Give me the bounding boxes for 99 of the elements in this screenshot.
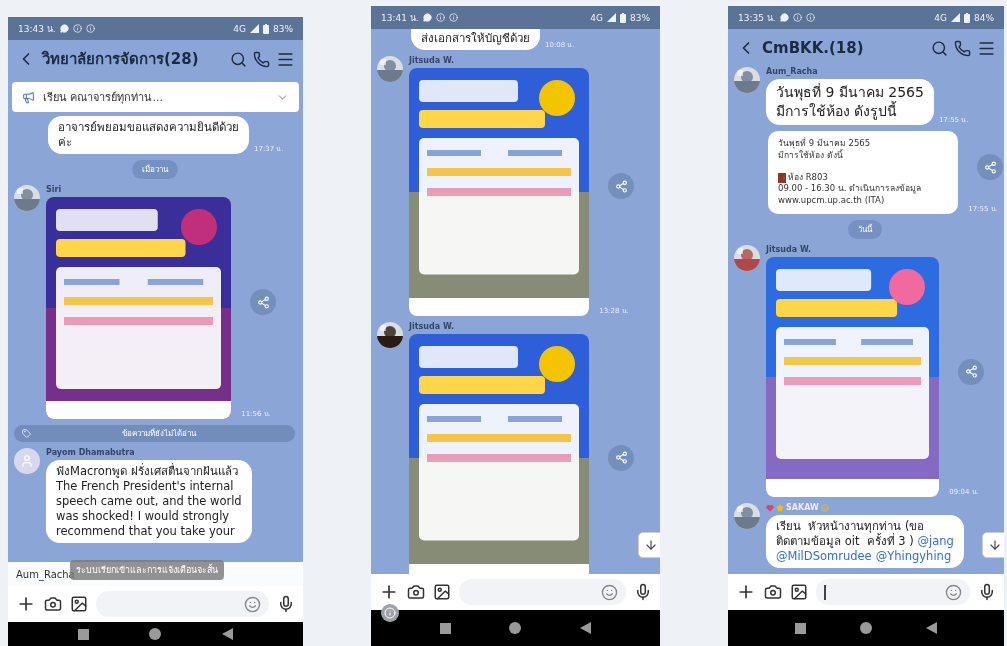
message-bubble: อาจารย์พยอมขอแสดงความยินดีด้วย ค่ะ xyxy=(48,116,249,154)
message-input[interactable] xyxy=(816,579,970,605)
battery-level: 83% xyxy=(273,23,293,34)
back-icon[interactable] xyxy=(221,628,233,640)
signal-icon xyxy=(951,13,960,22)
emoji-icon[interactable] xyxy=(601,583,618,601)
message-text: ห้อง R803 xyxy=(788,171,828,184)
chat-icon xyxy=(779,13,789,22)
door-icon xyxy=(778,172,786,183)
camera-icon[interactable] xyxy=(764,583,782,601)
recents-icon[interactable] xyxy=(795,622,806,634)
sender-name: Siri xyxy=(46,184,62,194)
sender-name: Jitsuda W. xyxy=(409,321,455,331)
mention-link[interactable]: @MilDSomrudee xyxy=(776,549,872,564)
arrow-down-icon xyxy=(644,538,658,552)
battery-icon xyxy=(964,12,970,23)
mention-link[interactable]: @jang xyxy=(917,534,954,549)
battery-icon xyxy=(263,23,269,34)
camera-icon[interactable] xyxy=(407,583,425,601)
sender-name: Aum_Racha xyxy=(766,67,818,76)
phone-icon[interactable] xyxy=(954,39,971,57)
recents-icon[interactable] xyxy=(440,622,452,634)
info-icon xyxy=(448,13,458,22)
share-icon xyxy=(614,451,628,465)
share-button[interactable] xyxy=(250,289,276,316)
message-text: วันพุธที่ 9 มีนาคม 2565 มีการใช้ห้อง ดังนี้ xyxy=(778,137,872,162)
home-icon[interactable] xyxy=(149,628,162,640)
chat-title: CmBKK.(18) xyxy=(762,39,865,57)
sender-name: Jitsuda W. xyxy=(766,245,812,255)
back-icon[interactable] xyxy=(926,622,937,634)
signal-icon xyxy=(250,24,259,33)
search-icon[interactable] xyxy=(230,50,247,68)
mention-link[interactable]: @Yhingyhing xyxy=(875,549,952,564)
message-bubble: วันพุธที่ 9 มีนาคม 2565 มีการใช้ห้อง ดังรูปนี้ xyxy=(766,79,934,125)
message-text: 09.00 - 16.30 น. ดำเนินการลงข้อมูล www.upcm.up.ac.th (ITA) xyxy=(778,183,923,208)
chat-title: วิทยาลัยการจัดการ(28) xyxy=(42,49,200,70)
mic-icon[interactable] xyxy=(634,583,652,601)
info-button[interactable] xyxy=(381,604,399,622)
scroll-down-button[interactable] xyxy=(982,532,1004,558)
status-time: 13:41 น. xyxy=(381,11,419,25)
home-icon[interactable] xyxy=(509,622,522,634)
info-icon xyxy=(792,13,802,22)
share-button[interactable] xyxy=(608,444,634,471)
message-bubble: ฟังMacronพูด ฝรั่งเศสตื่นจากฝันแล้ว The French President's internal speech came out, and the world was shocked! I would strongly recommend that you take your xyxy=(46,459,252,543)
scroll-down-button[interactable] xyxy=(638,532,660,558)
back-icon[interactable] xyxy=(579,622,591,634)
emoji-icon[interactable] xyxy=(945,583,962,601)
date-chip: วันนี้ xyxy=(848,220,882,240)
camera-icon[interactable] xyxy=(44,595,62,613)
info-icon xyxy=(435,13,445,22)
emoji-icon[interactable] xyxy=(244,595,261,613)
share-button[interactable] xyxy=(977,154,1003,180)
mic-icon[interactable] xyxy=(978,583,996,601)
phone-icon[interactable] xyxy=(253,50,270,68)
share-button[interactable] xyxy=(958,358,984,385)
megaphone-icon xyxy=(22,90,35,104)
status-time: 13:43 น. xyxy=(18,22,56,36)
battery-icon xyxy=(620,12,626,23)
info-icon xyxy=(805,13,815,22)
recents-icon[interactable] xyxy=(78,628,90,640)
sender-name: SAKAW xyxy=(786,503,819,513)
search-icon[interactable] xyxy=(931,39,948,57)
status-time: 13:35 น. xyxy=(738,11,776,25)
gallery-icon[interactable] xyxy=(70,595,88,613)
info-icon xyxy=(85,24,95,33)
date-chip: เมื่อวาน xyxy=(131,159,178,179)
message-input[interactable] xyxy=(96,591,269,617)
message-bubble: ส่งเอกสารให้บัญชีด้วย xyxy=(411,29,540,50)
battery-level: 84% xyxy=(974,12,994,23)
sender-name: Jitsuda W. xyxy=(409,55,455,65)
signal-icon xyxy=(607,13,616,22)
chat-icon xyxy=(59,24,69,33)
gallery-icon[interactable] xyxy=(790,583,808,601)
smiley-icon xyxy=(820,503,829,512)
unread-divider: ข้อความที่ยังไม่ได้อ่าน xyxy=(14,424,295,442)
share-icon xyxy=(614,179,628,193)
network-type: 4G xyxy=(233,23,246,34)
share-icon xyxy=(964,365,978,379)
announcement-text: เรียน คณาจารย์ทุกท่าน... xyxy=(43,90,164,106)
home-icon[interactable] xyxy=(860,622,872,634)
tag-icon xyxy=(22,428,31,438)
network-type: 4G xyxy=(590,12,603,23)
battery-level: 83% xyxy=(630,12,650,23)
sender-name: Payom Dhamabutra xyxy=(46,447,135,457)
announcement-bar[interactable]: เรียน คณาจารย์ทุกท่าน... xyxy=(12,82,299,112)
message-input[interactable] xyxy=(459,579,626,605)
mic-icon[interactable] xyxy=(277,595,295,613)
share-icon xyxy=(983,160,997,174)
star-icon xyxy=(776,503,784,512)
message-text: เรียน หัวหน้างานทุกท่าน (ขอ ติดตามข้อมูล oit ครั้งที่ 3 ) @jang @MilDSomrudee @Yhingyhing xyxy=(766,515,964,569)
typing-name: Aum_Racha xyxy=(16,568,75,580)
gallery-icon[interactable] xyxy=(433,583,451,601)
arrow-down-icon xyxy=(988,538,1002,552)
network-type: 4G xyxy=(934,12,947,23)
share-icon xyxy=(256,295,270,309)
info-icon xyxy=(72,24,82,33)
share-button[interactable] xyxy=(608,173,634,200)
chat-icon xyxy=(422,13,432,22)
info-icon xyxy=(384,607,396,619)
